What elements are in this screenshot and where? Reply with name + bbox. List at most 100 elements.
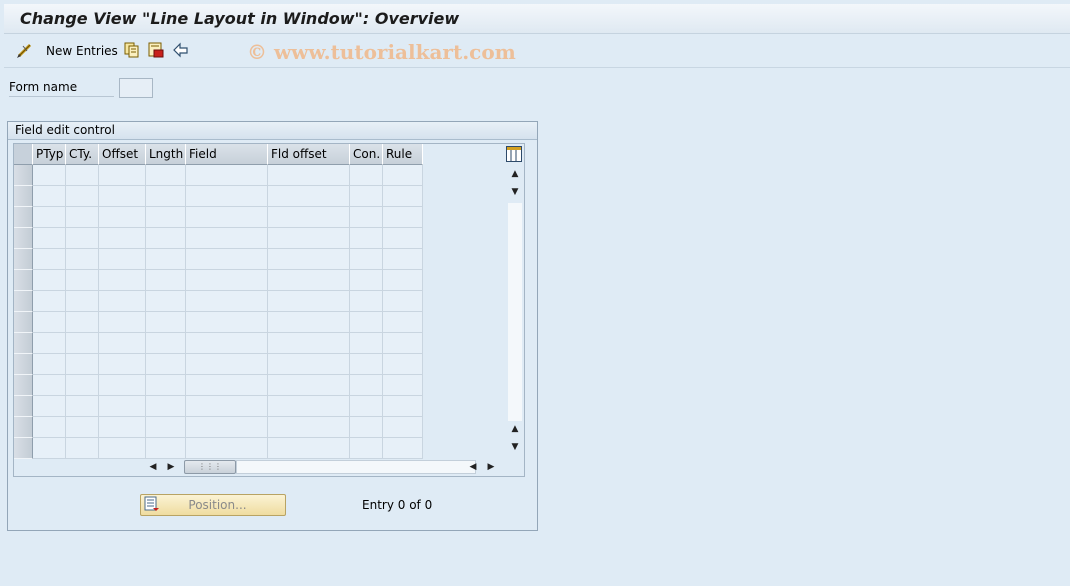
table-cell[interactable] — [33, 291, 66, 312]
table-cell[interactable] — [383, 312, 423, 333]
table-cell[interactable] — [66, 249, 99, 270]
table-cell[interactable] — [383, 396, 423, 417]
table-cell[interactable] — [268, 207, 350, 228]
row-selector-button[interactable] — [14, 165, 33, 186]
table-cell[interactable] — [66, 165, 99, 186]
table-cell[interactable] — [383, 207, 423, 228]
table-cell[interactable] — [66, 396, 99, 417]
table-cell[interactable] — [186, 417, 268, 438]
table-cell[interactable] — [33, 333, 66, 354]
vertical-scrollbar[interactable]: ▲ ▼ ▲ ▼ — [506, 165, 524, 455]
column-header-offset[interactable]: Offset — [99, 144, 146, 165]
table-cell[interactable] — [66, 291, 99, 312]
table-cell[interactable] — [186, 291, 268, 312]
table-cell[interactable] — [383, 375, 423, 396]
table-cell[interactable] — [383, 165, 423, 186]
column-header-lngth[interactable]: Lngth — [146, 144, 186, 165]
table-cell[interactable] — [268, 270, 350, 291]
table-cell[interactable] — [268, 249, 350, 270]
scroll-up-line-button[interactable]: ▲ — [508, 422, 522, 436]
copy-button[interactable] — [124, 42, 140, 60]
table-cell[interactable] — [268, 228, 350, 249]
table-cell[interactable] — [66, 228, 99, 249]
form-name-input[interactable] — [119, 78, 153, 98]
row-selector-button[interactable] — [14, 396, 33, 417]
table-cell[interactable] — [99, 165, 146, 186]
table-cell[interactable] — [350, 417, 383, 438]
table-cell[interactable] — [350, 207, 383, 228]
table-cell[interactable] — [383, 291, 423, 312]
table-cell[interactable] — [33, 249, 66, 270]
scroll-right-end-button[interactable]: ▶ — [484, 460, 498, 474]
table-cell[interactable] — [99, 249, 146, 270]
table-cell[interactable] — [268, 354, 350, 375]
table-cell[interactable] — [350, 396, 383, 417]
table-cell[interactable] — [268, 291, 350, 312]
table-cell[interactable] — [186, 438, 268, 459]
table-cell[interactable] — [99, 417, 146, 438]
table-cell[interactable] — [186, 396, 268, 417]
table-cell[interactable] — [33, 207, 66, 228]
table-cell[interactable] — [146, 207, 186, 228]
table-cell[interactable] — [350, 228, 383, 249]
horizontal-scroll-track[interactable] — [236, 460, 476, 474]
vertical-scroll-track[interactable] — [508, 203, 522, 421]
table-cell[interactable] — [66, 333, 99, 354]
table-cell[interactable] — [33, 417, 66, 438]
table-cell[interactable] — [33, 228, 66, 249]
row-selector-button[interactable] — [14, 312, 33, 333]
row-selector-button[interactable] — [14, 228, 33, 249]
display-change-button[interactable] — [16, 42, 34, 60]
table-cell[interactable] — [66, 312, 99, 333]
table-cell[interactable] — [99, 438, 146, 459]
horizontal-scrollbar[interactable]: ◀ ▶ ⋮⋮⋮ ◀ ▶ — [144, 457, 506, 475]
select-all-button[interactable] — [14, 144, 33, 165]
column-header-rule[interactable]: Rule — [383, 144, 423, 165]
table-cell[interactable] — [99, 375, 146, 396]
table-cell[interactable] — [146, 333, 186, 354]
table-cell[interactable] — [146, 228, 186, 249]
row-selector-button[interactable] — [14, 417, 33, 438]
row-selector-button[interactable] — [14, 270, 33, 291]
table-cell[interactable] — [268, 333, 350, 354]
table-cell[interactable] — [268, 312, 350, 333]
table-cell[interactable] — [186, 207, 268, 228]
table-cell[interactable] — [146, 312, 186, 333]
scroll-left-button[interactable]: ◀ — [146, 460, 160, 474]
table-cell[interactable] — [66, 207, 99, 228]
table-cell[interactable] — [146, 291, 186, 312]
table-cell[interactable] — [350, 354, 383, 375]
table-cell[interactable] — [186, 312, 268, 333]
horizontal-scroll-thumb[interactable]: ⋮⋮⋮ — [184, 460, 236, 474]
table-cell[interactable] — [350, 312, 383, 333]
table-cell[interactable] — [383, 417, 423, 438]
table-cell[interactable] — [33, 186, 66, 207]
table-cell[interactable] — [186, 375, 268, 396]
table-cell[interactable] — [66, 186, 99, 207]
row-selector-button[interactable] — [14, 438, 33, 459]
table-cell[interactable] — [146, 249, 186, 270]
table-cell[interactable] — [99, 312, 146, 333]
table-cell[interactable] — [33, 312, 66, 333]
table-cell[interactable] — [33, 438, 66, 459]
scroll-down-page-button[interactable]: ▼ — [508, 440, 522, 454]
column-header-con[interactable]: Con. — [350, 144, 383, 165]
table-cell[interactable] — [186, 249, 268, 270]
table-cell[interactable] — [268, 165, 350, 186]
table-cell[interactable] — [268, 186, 350, 207]
table-cell[interactable] — [66, 375, 99, 396]
table-cell[interactable] — [99, 291, 146, 312]
table-cell[interactable] — [186, 270, 268, 291]
table-cell[interactable] — [99, 270, 146, 291]
row-selector-button[interactable] — [14, 249, 33, 270]
table-cell[interactable] — [268, 375, 350, 396]
scroll-right-button[interactable]: ▶ — [164, 460, 178, 474]
table-cell[interactable] — [350, 333, 383, 354]
table-cell[interactable] — [66, 270, 99, 291]
table-cell[interactable] — [146, 165, 186, 186]
table-cell[interactable] — [383, 333, 423, 354]
table-cell[interactable] — [99, 207, 146, 228]
scroll-down-line-button[interactable]: ▼ — [508, 185, 522, 199]
table-cell[interactable] — [66, 438, 99, 459]
table-cell[interactable] — [268, 417, 350, 438]
